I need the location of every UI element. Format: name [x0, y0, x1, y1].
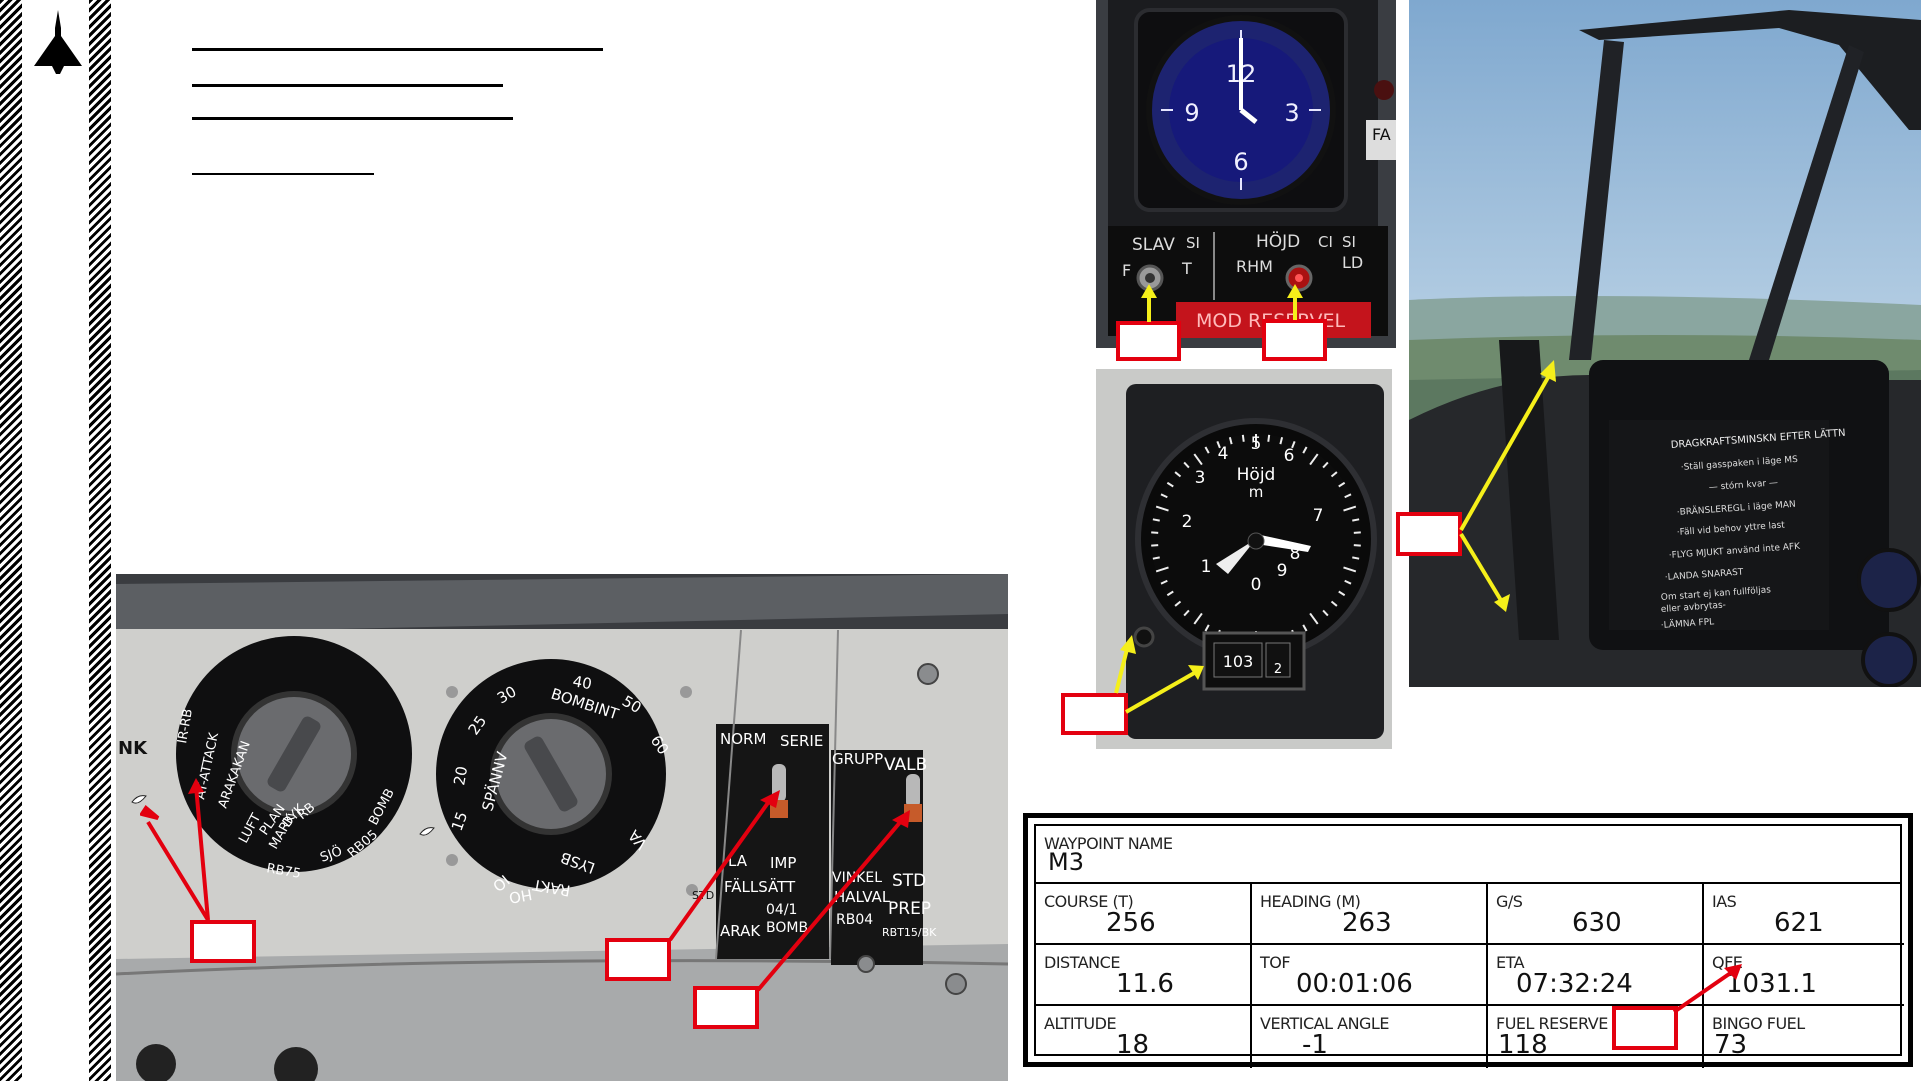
cell-ias: IAS 621 — [1704, 884, 1904, 945]
title-line-2 — [192, 84, 503, 87]
canopy-callout-arrows — [1459, 360, 1556, 612]
label-si-right: SI — [1342, 233, 1356, 251]
cell-heading: HEADING (M) 263 — [1252, 884, 1488, 945]
value-altitude: 18 — [1116, 1030, 1150, 1060]
svg-text:9: 9 — [1277, 561, 1288, 581]
weapons-callout-arrows — [140, 778, 910, 992]
altimeter-tick — [1352, 556, 1360, 560]
altimeter-tick — [1152, 518, 1160, 522]
label-altitude: ALTITUDE — [1044, 1014, 1117, 1033]
altimeter-callout-arrows — [1114, 635, 1204, 714]
svg-text:1: 1 — [1201, 557, 1212, 577]
label-slav: SLAV — [1132, 235, 1175, 255]
clock-callout-arrows — [1141, 284, 1303, 322]
cell-tof: TOF 00:01:06 — [1252, 945, 1488, 1006]
altimeter-tick — [1152, 556, 1160, 560]
side-tag-fa: FA — [1372, 125, 1391, 144]
value-distance: 11.6 — [1116, 969, 1174, 999]
svg-text:2: 2 — [1182, 512, 1193, 532]
value-heading: 263 — [1342, 908, 1392, 938]
value-course: 256 — [1106, 908, 1156, 938]
altimeter-tick — [1267, 434, 1271, 442]
value-eta: 07:32:24 — [1516, 969, 1633, 999]
title-line-3 — [192, 117, 513, 120]
sidebar-hatch-right — [89, 0, 111, 1081]
label-hojd: HÖJD — [1256, 230, 1300, 252]
cell-course: COURSE (T) 256 — [1036, 884, 1252, 945]
svg-text:6: 6 — [1284, 446, 1295, 466]
waypoint-table: WAYPOINT NAME M3 COURSE (T) 256 HEADING … — [1023, 813, 1913, 1068]
label-gs: G/S — [1496, 892, 1523, 911]
clock-numeral-9: 9 — [1184, 99, 1199, 127]
label-distance: DISTANCE — [1044, 953, 1120, 972]
table-callout-box — [1612, 1006, 1678, 1050]
label-grupp: GRUPP — [832, 750, 883, 768]
value-ias: 621 — [1774, 908, 1824, 938]
cell-gs: G/S 630 — [1488, 884, 1704, 945]
value-vertical-angle: -1 — [1302, 1030, 1328, 1060]
sidebar-hatch-left — [0, 0, 22, 1081]
clock-numeral-6: 6 — [1233, 148, 1248, 176]
value-tof: 00:01:06 — [1296, 969, 1413, 999]
clock-numeral-3: 3 — [1284, 99, 1299, 127]
cell-vertical-angle: VERTICAL ANGLE -1 — [1252, 1006, 1488, 1068]
svg-text:40: 40 — [571, 672, 593, 693]
svg-text:3: 3 — [1195, 468, 1206, 488]
tag-nk: NK — [118, 738, 148, 759]
svg-text:4: 4 — [1218, 444, 1229, 464]
cell-altitude: ALTITUDE 18 — [1036, 1006, 1252, 1068]
label-tof: TOF — [1260, 953, 1291, 972]
altimeter-tick — [1352, 518, 1360, 522]
label-ias: IAS — [1712, 892, 1737, 911]
altimeter-counter-sub: 2 — [1274, 662, 1282, 677]
table-callout-arrow — [1672, 964, 1742, 1014]
delta-wing-jet-icon — [30, 10, 86, 80]
altimeter-tick — [1241, 434, 1245, 442]
cell-distance: DISTANCE 11.6 — [1036, 945, 1252, 1006]
waypoint-name-value: M3 — [1048, 848, 1084, 876]
label-ci: CI — [1318, 233, 1333, 251]
waypoint-table-inner: WAYPOINT NAME M3 COURSE (T) 256 HEADING … — [1034, 824, 1904, 1068]
label-serie: SERIE — [780, 732, 823, 750]
svg-text:5: 5 — [1251, 434, 1262, 454]
value-fuel-reserve: 118 — [1498, 1030, 1548, 1060]
label-norm: NORM — [720, 730, 766, 748]
title-line-4 — [192, 173, 374, 175]
altimeter-title: Höjd — [1237, 465, 1276, 485]
waypoint-name-cell: WAYPOINT NAME M3 — [1036, 826, 1900, 884]
value-bingo-fuel: 73 — [1714, 1030, 1748, 1060]
altimeter-unit: m — [1249, 483, 1264, 501]
title-line-1 — [192, 48, 603, 51]
svg-text:0: 0 — [1251, 575, 1262, 595]
label-si-left: SI — [1186, 234, 1200, 252]
svg-text:7: 7 — [1313, 506, 1324, 526]
value-gs: 630 — [1572, 908, 1622, 938]
